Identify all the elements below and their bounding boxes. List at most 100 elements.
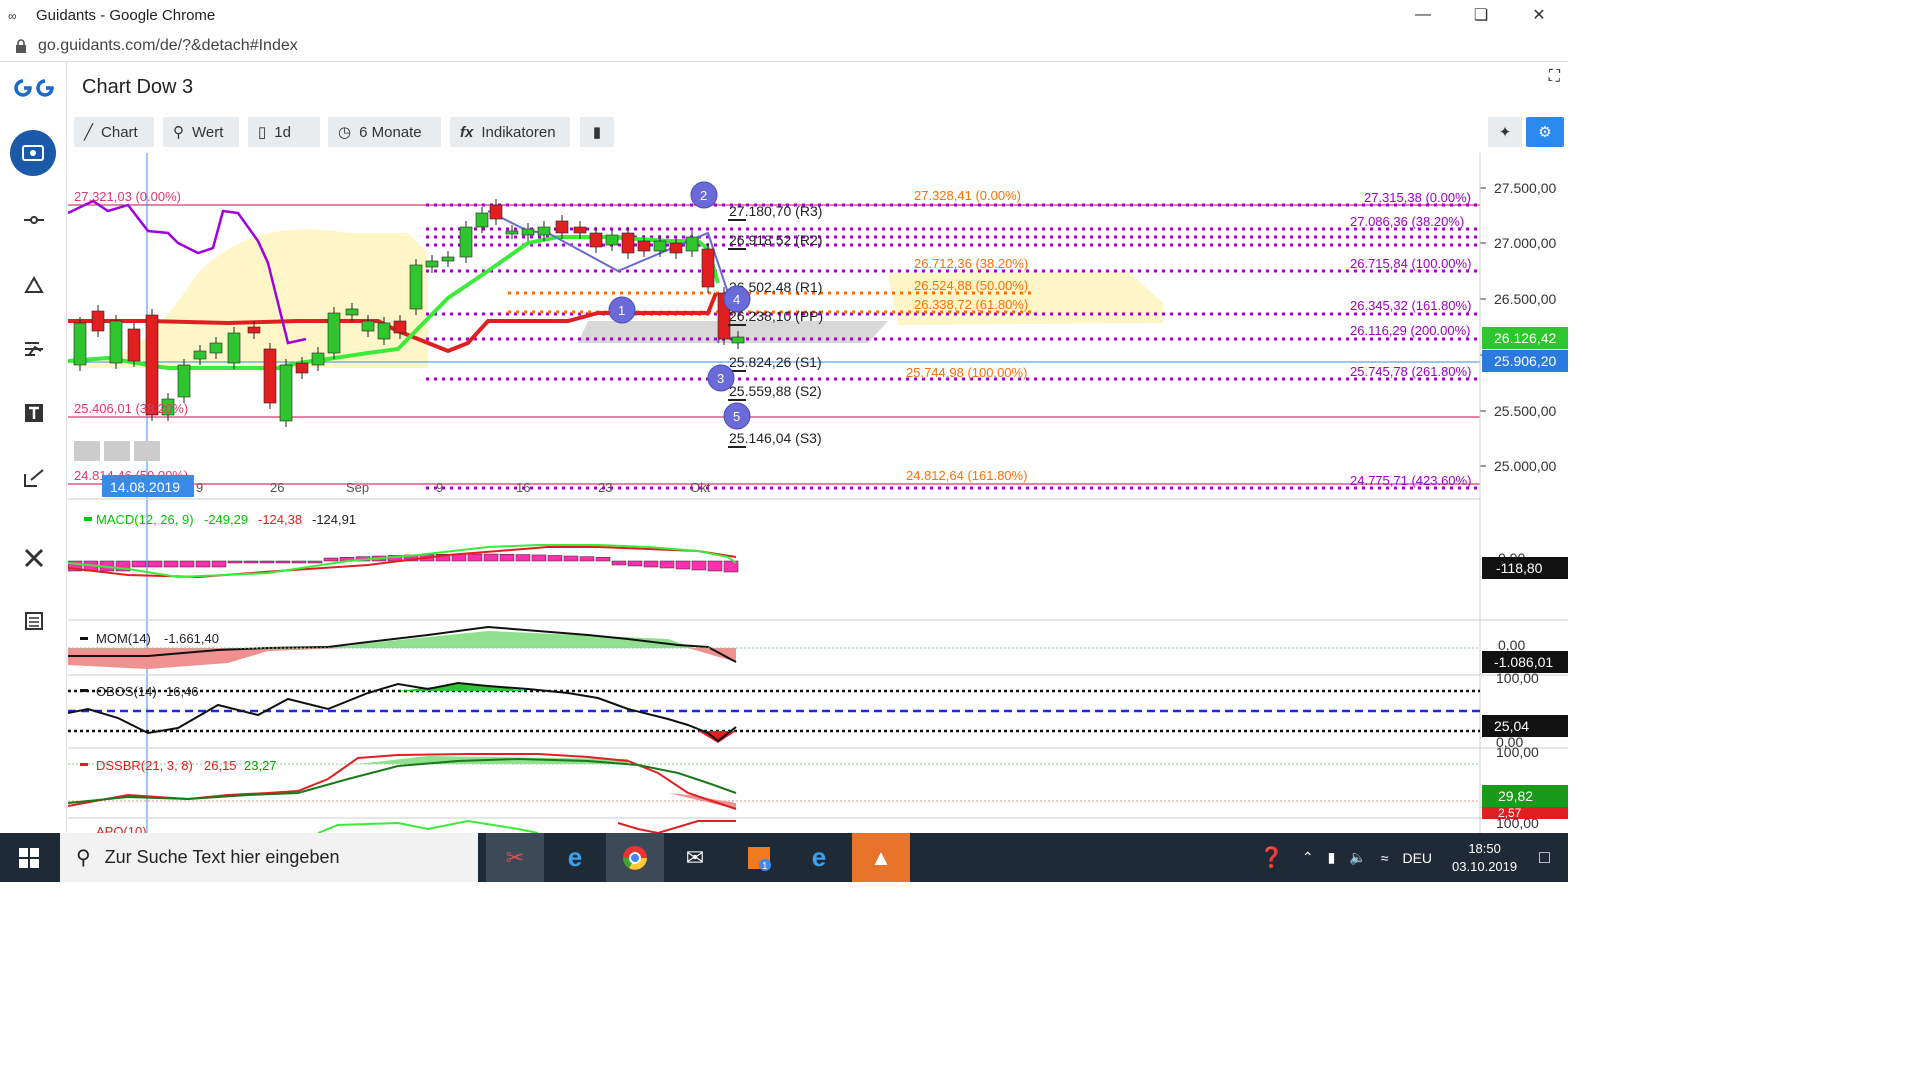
close-button[interactable]: ✕	[1510, 0, 1568, 30]
sidebar-item-signals[interactable]	[0, 338, 67, 360]
wert-label: Wert	[192, 123, 224, 141]
interval-button[interactable]: ▯ 1d	[248, 117, 320, 147]
crosshair-date: 14.08.2019	[110, 479, 180, 495]
candle	[145, 314, 159, 416]
chevron-up-icon[interactable]: ⌃	[1302, 849, 1314, 866]
page-title: Chart Dow 3	[82, 76, 194, 98]
sidebar-item-dashboard[interactable]	[10, 130, 56, 176]
text-icon	[24, 404, 43, 422]
range-button[interactable]: ◷ 6 Monate	[328, 117, 441, 147]
apo-top: 100,00	[1496, 815, 1539, 831]
price-tick: 27.500,00	[1494, 180, 1556, 196]
ie-icon: e	[567, 842, 583, 872]
bookmark-icon: ▮	[592, 124, 602, 141]
gear-icon: ⚙	[1538, 124, 1552, 141]
candle	[345, 308, 359, 316]
chart-type-button[interactable]: ╱ Chart	[74, 117, 154, 147]
candle	[505, 230, 519, 235]
chart-type-label: Chart	[101, 123, 138, 141]
fib-center-label: 26.524,88 (50.00%)	[914, 278, 1028, 293]
candle	[209, 342, 223, 354]
sidebar-item-list[interactable]	[0, 610, 67, 632]
clock-time: 18:50	[1468, 840, 1501, 856]
macd-axis-value: -118,80	[1496, 560, 1543, 576]
fib-center-label: 27.328,41 (0.00%)	[914, 188, 1021, 203]
chart-lines-icon	[24, 342, 43, 356]
wifi-icon[interactable]: ≈	[1381, 850, 1389, 866]
candle	[459, 226, 473, 258]
dssbr-label: DSSBR(21, 3, 8)	[96, 758, 193, 773]
candle	[311, 352, 325, 366]
notification-icon[interactable]: □	[1539, 847, 1550, 868]
candle	[295, 362, 309, 374]
candle	[409, 264, 423, 310]
sidebar-item-connect[interactable]	[0, 209, 67, 231]
indikatoren-label: Indikatoren	[481, 123, 556, 141]
pivot-label: 25.146,04 (S3)	[729, 430, 822, 446]
candle	[377, 322, 391, 340]
clock[interactable]: 18:50 03.10.2019	[1452, 840, 1517, 876]
lock-icon	[16, 38, 26, 53]
address-bar[interactable]: go.guidants.com/de/?&detach#Index	[0, 30, 1568, 62]
taskbar-search[interactable]: ⚲ Zur Suche Text hier eingeben	[60, 833, 478, 882]
search-placeholder: Zur Suche Text hier eingeben	[104, 847, 340, 867]
wert-button[interactable]: ⚲ Wert	[163, 117, 239, 147]
obos-top: 100,00	[1496, 670, 1539, 686]
crosshair-button[interactable]: ✦	[1488, 117, 1522, 147]
indikatoren-button[interactable]: fx Indikatoren	[450, 117, 570, 147]
candle	[109, 320, 123, 364]
chart-toolbar: ╱ Chart ⚲ Wert ▯ 1d ◷ 6 Monate fx Indika…	[68, 113, 1568, 153]
chart-area[interactable]: 27.180,70 (R3) 26.918,52 (R2) 26.502,48 (R…	[67, 153, 1568, 839]
taskbar-app-ie[interactable]: e	[546, 833, 604, 882]
sidebar-item-tools[interactable]	[0, 547, 67, 569]
sidebar-item-alerts[interactable]	[0, 274, 67, 296]
pivot-label: 25.559,88 (S2)	[729, 383, 822, 399]
candle	[731, 336, 745, 344]
candle	[637, 240, 651, 252]
taskbar-app-snip[interactable]: ✂	[486, 833, 544, 882]
maximize-button[interactable]: ❏	[1452, 0, 1510, 30]
chrome-icon	[623, 845, 647, 870]
node-connect-icon	[23, 216, 44, 224]
guidants-logo-icon: ∞	[8, 9, 17, 23]
fib-extension-lines	[426, 203, 1480, 490]
settings-button[interactable]: ⚙	[1526, 117, 1564, 147]
taskbar-app-chrome[interactable]	[606, 833, 664, 882]
guidants-brand-icon[interactable]	[0, 76, 67, 100]
taskbar-app-edge[interactable]: e	[790, 833, 848, 882]
taskbar-app-mail[interactable]: ✉	[666, 833, 724, 882]
battery-icon[interactable]: ▮	[1328, 849, 1336, 866]
candle	[227, 332, 241, 364]
search-icon: ⚲	[173, 124, 184, 141]
candle	[127, 328, 141, 362]
clock-date: 03.10.2019	[1452, 858, 1518, 874]
macd-v3: -124,91	[312, 512, 356, 527]
bookmark-button[interactable]: ▮	[580, 117, 614, 147]
minimize-button[interactable]: —	[1394, 0, 1452, 30]
scissors-icon: ✂	[505, 844, 525, 870]
candlestick-icon: ▯	[258, 124, 267, 141]
mom-panel: MOM(14) -1.661,40 0,00 -1.086,01	[68, 625, 1568, 673]
start-button[interactable]	[0, 833, 58, 882]
taskbar-app-pencil[interactable]: 1	[730, 833, 788, 882]
sidebar-item-edit[interactable]	[0, 467, 67, 489]
fullscreen-icon[interactable]: ⛶	[1549, 68, 1560, 86]
help-icon[interactable]: ❓	[1259, 845, 1284, 870]
pivot-label: 27.180,70 (R3)	[729, 203, 822, 219]
candle	[701, 248, 715, 288]
interval-label: 1d	[274, 123, 291, 141]
sidebar-item-text[interactable]	[0, 402, 67, 424]
windows-taskbar: ⚲ Zur Suche Text hier eingeben ✂ e ✉ 1 e…	[0, 833, 1568, 882]
dssbr-panel: DSSBR(21, 3, 8) 26,15 23,27 100,00 29,82…	[67, 744, 1568, 820]
language-indicator[interactable]: DEU	[1402, 850, 1432, 866]
date-axis: 9 26 Sep 9 16 23 Okt	[196, 480, 711, 495]
candle	[441, 256, 455, 262]
date-tick: 23	[598, 480, 612, 495]
url-text: go.guidants.com/de/?&detach#Index	[38, 36, 298, 54]
volume-icon[interactable]: 🔈	[1349, 849, 1366, 866]
taskbar-app-guidants[interactable]: ▲	[852, 833, 910, 882]
price-tick: 26.500,00	[1494, 291, 1556, 307]
wave-label: 3	[717, 371, 724, 386]
mom-axis-value: -1.086,01	[1494, 654, 1553, 670]
chart-scroll-buttons[interactable]	[74, 441, 160, 461]
